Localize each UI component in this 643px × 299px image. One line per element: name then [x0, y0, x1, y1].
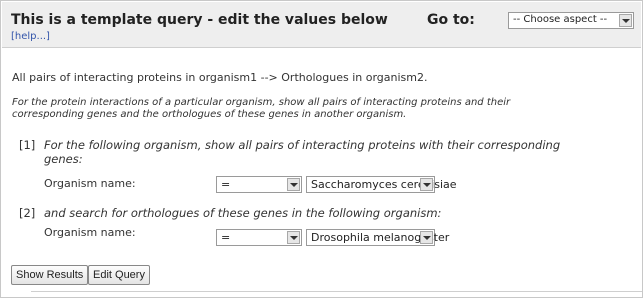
goto-label: Go to:: [427, 12, 475, 28]
step-1-organism-select[interactable]: Saccharomyces cerevisiae: [306, 176, 457, 193]
step-1-number: [1]: [19, 138, 36, 152]
step-2-number: [2]: [19, 206, 36, 220]
chevron-down-icon[interactable]: [287, 231, 300, 244]
page-title: This is a template query - edit the valu…: [11, 12, 388, 28]
chevron-down-icon[interactable]: [287, 178, 300, 191]
chevron-down-icon[interactable]: [420, 231, 433, 244]
description-line-2: corresponding genes and the orthologues …: [12, 109, 407, 120]
step-2-operator-select[interactable]: =: [216, 229, 302, 246]
query-description: For the protein interactions of a partic…: [12, 97, 510, 121]
step-1-field-label: Organism name:: [44, 177, 136, 190]
step-1-text-line-2: genes:: [44, 152, 83, 166]
panel-header: This is a template query - edit the valu…: [2, 2, 641, 48]
step-1-operator-select[interactable]: =: [216, 176, 302, 193]
step-2-field-label: Organism name:: [44, 226, 136, 239]
bottom-divider: [31, 291, 642, 292]
step-1-text-line-1: For the following organism, show all pai…: [44, 138, 561, 152]
step-2-organism-select[interactable]: Drosophila melanogaster: [306, 229, 449, 246]
edit-query-button[interactable]: Edit Query: [88, 265, 150, 285]
step-2-operator-value: =: [221, 231, 231, 244]
chevron-down-icon[interactable]: [420, 178, 433, 191]
step-1-text: For the following organism, show all pai…: [44, 138, 560, 166]
query-title: All pairs of interacting proteins in org…: [12, 71, 428, 84]
step-1-organism-value: Saccharomyces cerevisiae: [311, 178, 457, 191]
show-results-button[interactable]: Show Results: [11, 265, 89, 285]
aspect-select[interactable]: -- Choose aspect --: [508, 12, 634, 29]
description-line-1: For the protein interactions of a partic…: [12, 97, 511, 108]
help-link[interactable]: [help...]: [11, 31, 50, 42]
step-2-text: and search for orthologues of these gene…: [44, 206, 442, 220]
aspect-select-value: -- Choose aspect --: [513, 14, 608, 25]
step-1-operator-value: =: [221, 178, 231, 191]
chevron-down-icon[interactable]: [619, 14, 632, 27]
template-query-panel: This is a template query - edit the valu…: [0, 0, 643, 298]
